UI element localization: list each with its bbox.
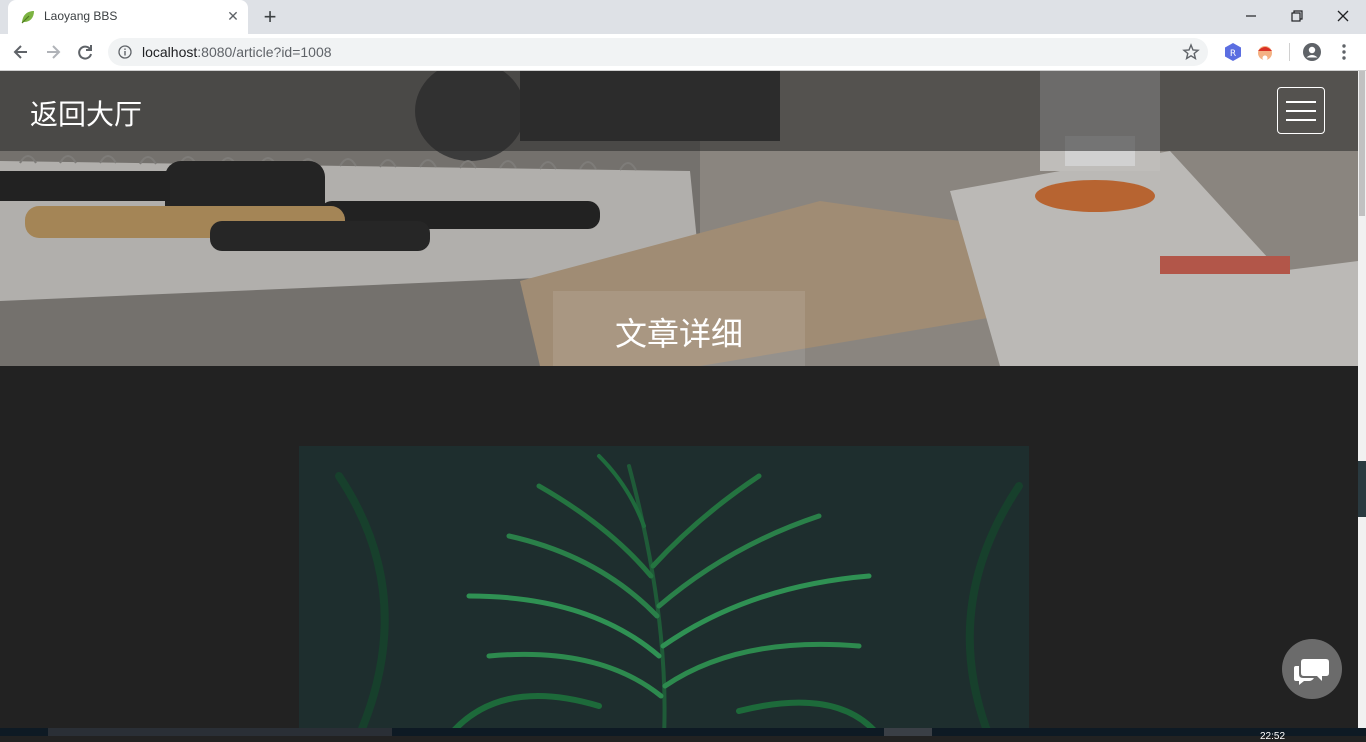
article-cover-image (299, 446, 1029, 728)
back-to-lobby-link[interactable]: 返回大厅 (30, 93, 142, 133)
url-path: :8080/article?id=1008 (197, 44, 332, 60)
bookmark-star-icon[interactable] (1182, 43, 1200, 61)
browser-tab[interactable]: Laoyang BBS ✕ (8, 0, 248, 34)
new-tab-button[interactable]: + (258, 6, 282, 30)
url-host: localhost (142, 44, 198, 60)
taskbar-clock: 22:52 (1260, 731, 1286, 742)
minimize-icon[interactable] (1239, 5, 1263, 27)
chat-button[interactable] (1282, 639, 1342, 699)
url-text[interactable]: localhost:8080/article?id=1008 (142, 44, 332, 60)
more-vertical-icon[interactable] (1334, 42, 1354, 62)
extension-avatar-icon[interactable] (1255, 42, 1275, 62)
leaf-icon (21, 11, 34, 24)
site-navbar: 返回大厅 (0, 71, 1358, 151)
close-icon[interactable] (1331, 5, 1355, 27)
restore-icon[interactable] (1285, 5, 1309, 27)
address-bar[interactable]: localhost:8080/article?id=1008 (108, 38, 1208, 66)
tab-title: Laoyang BBS (44, 9, 118, 23)
hamburger-menu-icon[interactable] (1277, 87, 1325, 134)
menu-bar (1286, 101, 1316, 103)
browser-tabstrip: Laoyang BBS ✕ + (0, 0, 1366, 34)
reload-icon[interactable] (74, 41, 96, 63)
browser-toolbar: localhost:8080/article?id=1008 R (0, 34, 1366, 71)
svg-text:R: R (1230, 49, 1236, 59)
menu-bar (1286, 110, 1316, 112)
fern-leaves-image (299, 446, 1029, 728)
page-heading-box: 文章详细 (553, 291, 805, 366)
os-taskbar (0, 728, 1366, 736)
scrollbar-thumb[interactable] (1359, 71, 1365, 216)
page-heading: 文章详细 (614, 315, 743, 353)
page-scrollbar[interactable] (1358, 71, 1366, 728)
page-viewport: 文章详细 返回大厅 (0, 71, 1358, 728)
info-icon[interactable] (118, 45, 132, 59)
taskbar-item[interactable] (884, 728, 932, 736)
toolbar-separator (1289, 43, 1290, 61)
menu-bar (1286, 119, 1316, 121)
chat-bubbles-icon (1294, 659, 1329, 685)
tab-close-icon[interactable]: ✕ (224, 8, 242, 26)
scrollbar-marker (1358, 461, 1366, 517)
profile-icon[interactable] (1302, 42, 1322, 62)
taskbar-item[interactable] (48, 728, 392, 736)
extension-r-icon[interactable]: R (1223, 42, 1243, 62)
forward-arrow-icon[interactable] (42, 41, 64, 63)
back-arrow-icon[interactable] (10, 41, 32, 63)
